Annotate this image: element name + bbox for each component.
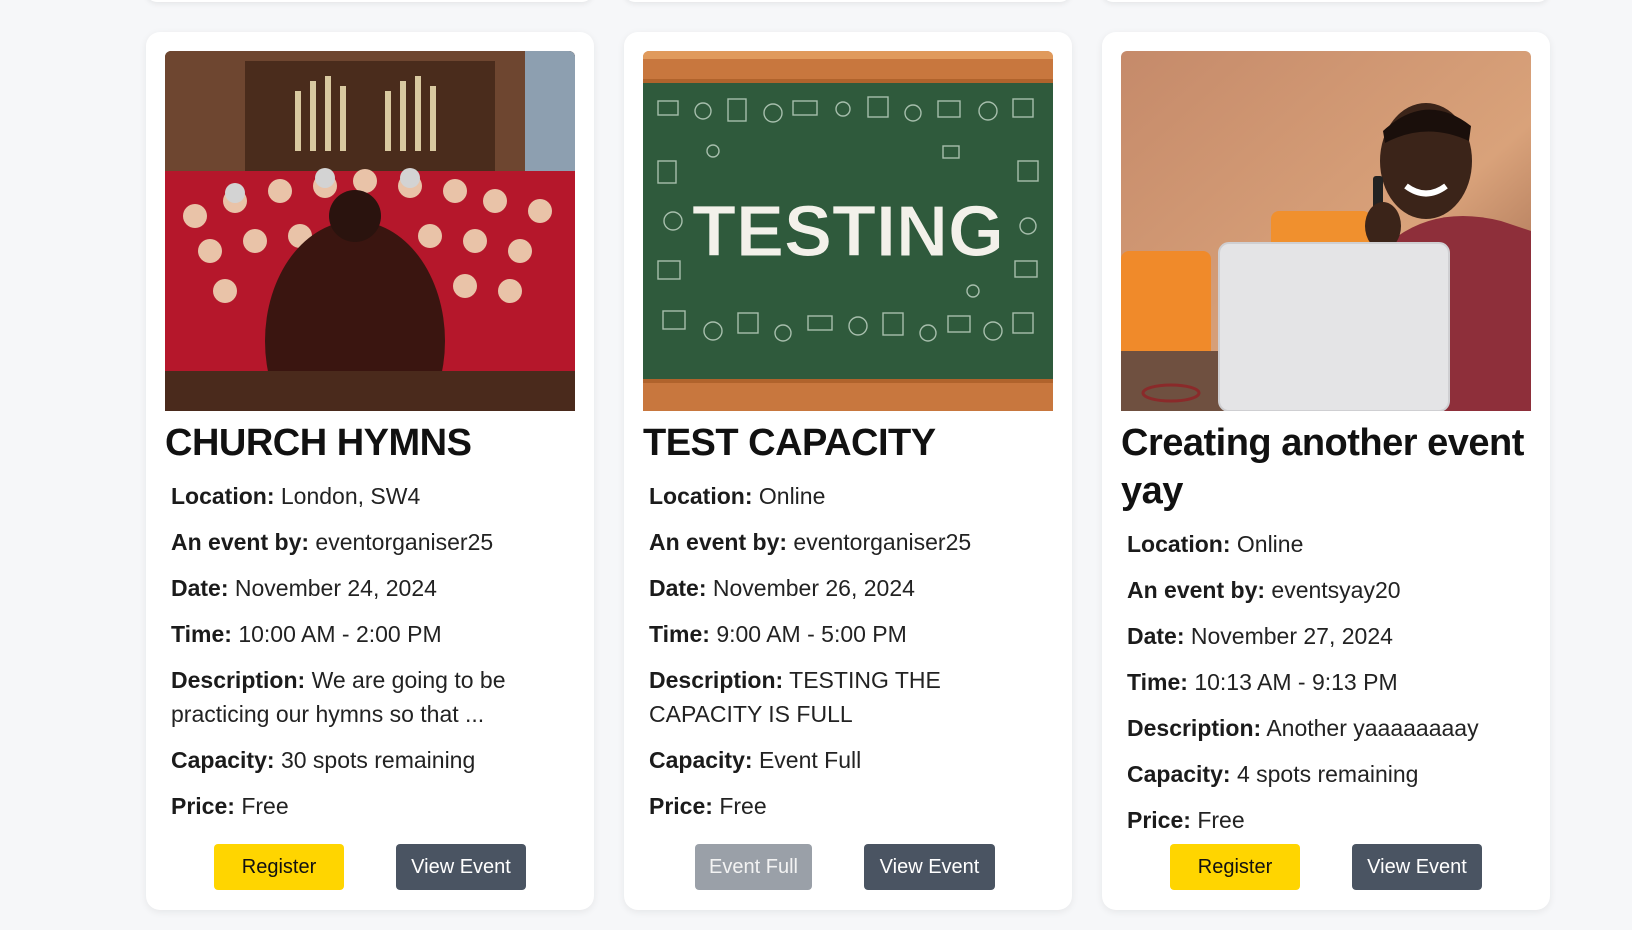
choir-photo: [165, 51, 575, 411]
event-capacity: Capacity: Event Full: [649, 747, 862, 773]
event-time: Time: 10:13 AM - 9:13 PM: [1127, 669, 1398, 695]
event-card: Creating another event yay Location: Onl…: [1102, 32, 1550, 910]
man-on-phone-photo: [1121, 51, 1531, 411]
event-date: Date: November 27, 2024: [1127, 623, 1393, 649]
event-full-button: Event Full: [695, 844, 812, 890]
event-description: Description: Another yaaaaaaaay: [1127, 715, 1479, 741]
event-location: Location: Online: [1127, 531, 1304, 557]
event-title: CHURCH HYMNS: [165, 422, 472, 464]
event-organiser: An event by: eventorganiser25: [649, 529, 972, 555]
event-organiser: An event by: eventsyay20: [1127, 577, 1401, 603]
event-image: [1121, 51, 1531, 411]
event-title: TEST CAPACITY: [643, 422, 936, 464]
event-time: Time: 9:00 AM - 5:00 PM: [649, 621, 907, 647]
view-event-button[interactable]: View Event: [1352, 844, 1482, 890]
event-date: Date: November 24, 2024: [171, 575, 437, 601]
previous-row-card: [146, 0, 593, 2]
chalkboard-image: TESTING: [643, 51, 1053, 411]
event-price: Price: Free: [1127, 807, 1245, 833]
view-event-button[interactable]: View Event: [396, 844, 526, 890]
event-organiser: An event by: eventorganiser25: [171, 529, 494, 555]
event-card: TESTING TEST CAPACITY Location: Online A…: [624, 32, 1072, 910]
event-location: Location: London, SW4: [171, 483, 421, 509]
event-capacity: Capacity: 30 spots remaining: [171, 747, 476, 773]
event-image: [165, 51, 575, 411]
event-description: Description: TESTING THE CAPACITY IS FUL…: [649, 667, 941, 727]
event-capacity: Capacity: 4 spots remaining: [1127, 761, 1419, 787]
event-card: CHURCH HYMNS Location: London, SW4 An ev…: [146, 32, 594, 910]
event-title: Creating another event yay: [1121, 422, 1524, 512]
previous-row-card: [624, 0, 1071, 2]
register-button[interactable]: Register: [1170, 844, 1300, 890]
event-price: Price: Free: [171, 793, 289, 819]
event-price: Price: Free: [649, 793, 767, 819]
event-time: Time: 10:00 AM - 2:00 PM: [171, 621, 442, 647]
register-button[interactable]: Register: [214, 844, 344, 890]
view-event-button[interactable]: View Event: [864, 844, 995, 890]
event-location: Location: Online: [649, 483, 826, 509]
event-image: TESTING: [643, 51, 1053, 411]
event-description: Description: We are going to be practici…: [171, 667, 506, 727]
previous-row-card: [1102, 0, 1549, 2]
chalkboard-text: TESTING: [692, 192, 1004, 272]
event-date: Date: November 26, 2024: [649, 575, 915, 601]
